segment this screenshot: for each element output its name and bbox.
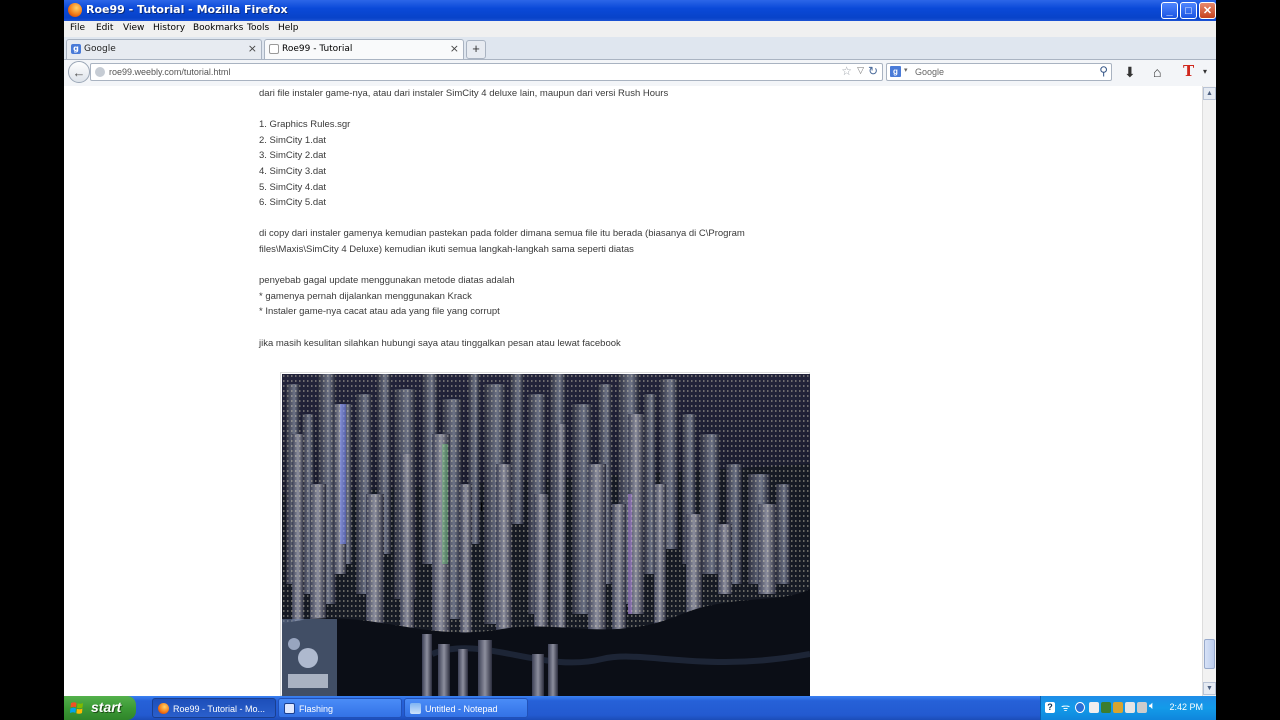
- search-bar[interactable]: g ▾ Google ⚲: [886, 63, 1112, 81]
- firefox-icon: [158, 703, 169, 714]
- file-list-item: 6. SimCity 5.dat: [259, 197, 327, 209]
- scroll-thumb[interactable]: [1204, 639, 1215, 669]
- taskbar-item-label: Flashing: [299, 704, 334, 714]
- engine-dropdown-icon[interactable]: ▾: [904, 66, 908, 74]
- start-button[interactable]: start: [64, 696, 136, 720]
- taskbar-item-firefox[interactable]: Roe99 - Tutorial - Mo...: [152, 698, 276, 718]
- causes-heading: penyebab gagal update menggunakan metode…: [259, 275, 515, 287]
- menu-help[interactable]: Help: [278, 23, 299, 33]
- home-icon[interactable]: ⌂: [1153, 64, 1161, 80]
- network-icon[interactable]: ᯤ: [1061, 700, 1071, 714]
- page-content: dari file instaler game-nya, atau dari i…: [64, 86, 1202, 696]
- close-button[interactable]: ✕: [1199, 2, 1216, 19]
- addon-t-icon[interactable]: T: [1183, 62, 1194, 80]
- google-engine-icon[interactable]: g: [890, 66, 901, 77]
- windows-flag-icon: [70, 702, 83, 714]
- menu-edit[interactable]: Edit: [96, 23, 113, 33]
- file-list-item: 5. SimCity 4.dat: [259, 181, 327, 193]
- system-tray: ? ᯤ 🔈︎ 2:42 PM: [1040, 696, 1216, 720]
- title-bar: Roe99 - Tutorial - Mozilla Firefox _ □ ✕: [64, 0, 1216, 21]
- city-skyline-image: [282, 374, 810, 696]
- tab-close-icon[interactable]: ×: [450, 42, 459, 55]
- back-button[interactable]: ←: [68, 61, 90, 83]
- menu-bookmarks[interactable]: Bookmarks: [193, 23, 243, 33]
- search-placeholder[interactable]: Google: [915, 67, 944, 77]
- instructions-text: di copy dari instaler gamenya kemudian p…: [259, 228, 745, 255]
- download-icon[interactable]: ⬇: [1124, 64, 1136, 81]
- tab-roe99-tutorial[interactable]: Roe99 - Tutorial ×: [264, 39, 464, 59]
- menu-tools[interactable]: Tools: [247, 23, 269, 33]
- notepad-icon: [410, 703, 421, 714]
- menu-history[interactable]: History: [153, 23, 185, 33]
- tab-label: Google: [84, 44, 116, 54]
- maximize-button[interactable]: □: [1180, 2, 1197, 19]
- menu-view[interactable]: View: [123, 23, 144, 33]
- scroll-down-arrow-icon[interactable]: ▼: [1203, 682, 1216, 695]
- closing-text: jika masih kesulitan silahkan hubungi sa…: [259, 337, 621, 349]
- url-bar[interactable]: roe99.weebly.com/tutorial.html ☆ ▽ ↻: [90, 63, 883, 81]
- site-identity-icon[interactable]: [95, 67, 105, 77]
- blank-page-icon: [269, 44, 279, 54]
- taskbar-item-label: Untitled - Notepad: [425, 704, 498, 714]
- new-tab-button[interactable]: +: [466, 40, 486, 59]
- vertical-scrollbar[interactable]: ▲ ▼: [1202, 86, 1216, 696]
- tab-google[interactable]: g Google ×: [66, 39, 262, 59]
- security-icon[interactable]: [1101, 702, 1111, 713]
- cause-item: * gamenya pernah dijalankan menggunakan …: [259, 290, 472, 302]
- search-icon[interactable]: ⚲: [1099, 64, 1108, 78]
- help-icon[interactable]: ?: [1045, 702, 1055, 713]
- reload-icon[interactable]: ↻: [868, 64, 878, 78]
- start-label: start: [91, 699, 122, 715]
- display-icon[interactable]: [1089, 702, 1099, 713]
- google-favicon-icon: g: [71, 44, 81, 54]
- file-list-item: 2. SimCity 1.dat: [259, 134, 327, 146]
- article-body: dari file instaler game-nya, atau dari i…: [259, 86, 819, 351]
- bookmark-star-icon[interactable]: ☆: [841, 64, 852, 78]
- file-list-item: 4. SimCity 3.dat: [259, 165, 327, 177]
- firefox-icon: [68, 3, 82, 17]
- clock[interactable]: 2:42 PM: [1169, 702, 1203, 712]
- url-text[interactable]: roe99.weebly.com/tutorial.html: [109, 67, 230, 77]
- menu-bar: File Edit View History Bookmarks Tools H…: [64, 21, 1216, 37]
- taskbar-item-notepad[interactable]: Untitled - Notepad: [404, 698, 528, 718]
- app-tray-icon[interactable]: [1125, 702, 1135, 713]
- intro-text: dari file instaler game-nya, atau dari i…: [259, 88, 669, 99]
- tab-close-icon[interactable]: ×: [248, 42, 257, 55]
- taskbar-item-label: Roe99 - Tutorial - Mo...: [173, 704, 266, 714]
- tab-label: Roe99 - Tutorial: [282, 44, 353, 54]
- file-list-item: 3. SimCity 2.dat: [259, 150, 327, 162]
- tab-bar: g Google × Roe99 - Tutorial × +: [64, 37, 1216, 60]
- volume-icon[interactable]: 🔈︎: [1149, 700, 1159, 712]
- browser-tray-icon[interactable]: [1075, 702, 1085, 713]
- minimize-button[interactable]: _: [1161, 2, 1178, 19]
- taskbar: start Roe99 - Tutorial - Mo... Flashing …: [64, 696, 1216, 720]
- simcity-night-screenshot: [280, 372, 810, 696]
- toolbar-menu-icon[interactable]: ▾: [1203, 67, 1207, 76]
- file-list-item: 1. Graphics Rules.sgr: [259, 119, 351, 131]
- window-title: Roe99 - Tutorial - Mozilla Firefox: [86, 3, 288, 16]
- scroll-up-arrow-icon[interactable]: ▲: [1203, 87, 1216, 100]
- app-window-icon: [284, 703, 295, 714]
- menu-file[interactable]: File: [70, 23, 85, 33]
- navigation-bar: ← roe99.weebly.com/tutorial.html ☆ ▽ ↻ g…: [64, 60, 1216, 87]
- history-dropdown-icon[interactable]: ▽: [857, 65, 864, 76]
- text-cursor-icon: I: [480, 500, 484, 514]
- monitor-icon[interactable]: [1137, 702, 1147, 713]
- taskbar-item-flashing[interactable]: Flashing: [278, 698, 402, 718]
- tools-tray-icon[interactable]: [1113, 702, 1123, 713]
- cause-item: * Instaler game-nya cacat atau ada yang …: [259, 306, 500, 318]
- screen: Roe99 - Tutorial - Mozilla Firefox _ □ ✕…: [64, 0, 1216, 720]
